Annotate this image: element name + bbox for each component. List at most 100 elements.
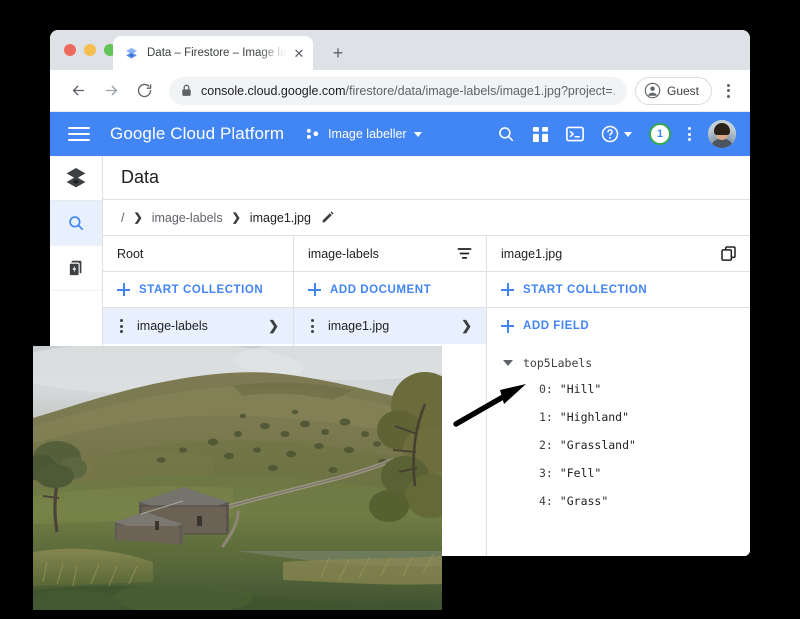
page-title: Data	[121, 167, 159, 188]
kebab-menu-icon[interactable]	[113, 319, 129, 333]
field-top5labels[interactable]: top5Labels	[487, 351, 750, 375]
reload-icon[interactable]	[130, 77, 158, 105]
minimize-window-button[interactable]	[84, 44, 96, 56]
gcp-header: Google Cloud Platform Image labeller	[50, 112, 750, 156]
arrow-shape	[450, 378, 534, 430]
plus-icon	[117, 283, 130, 296]
breadcrumb-collection[interactable]: image-labels	[152, 211, 223, 225]
profile-button[interactable]: Guest	[635, 77, 712, 105]
url-host: console.cloud.google.com	[201, 84, 346, 98]
field-array-entry[interactable]: 3: "Fell"	[487, 459, 750, 487]
start-collection-label: START COLLECTION	[139, 284, 263, 296]
array-index: 1:	[539, 410, 553, 424]
document-row-image1[interactable]: image1.jpg ❯	[294, 308, 486, 344]
copy-icon[interactable]	[721, 246, 736, 261]
lock-icon	[181, 84, 192, 97]
array-index: 2:	[539, 438, 553, 452]
sidebar-item-data[interactable]	[50, 201, 102, 246]
start-collection-button-doc[interactable]: START COLLECTION	[487, 272, 750, 308]
browser-toolbar: console.cloud.google.com/firestore/data/…	[50, 70, 750, 112]
start-collection-label-doc: START COLLECTION	[523, 284, 647, 296]
triangle-down-icon[interactable]	[503, 360, 513, 366]
breadcrumb-separator: ❯	[232, 211, 241, 224]
firestore-favicon	[123, 45, 139, 61]
firestore-logo-icon	[50, 156, 102, 201]
page-header: Data	[103, 156, 750, 200]
cloud-shell-icon[interactable]	[566, 126, 584, 142]
url-path: /firestore/data/image-labels/image1.jpg?…	[346, 84, 615, 98]
add-document-button[interactable]: ADD DOCUMENT	[294, 272, 486, 308]
avatar-body	[711, 139, 733, 148]
avatar-hair	[714, 123, 730, 135]
browser-tab-title: Data – Firestore – Image labeller	[147, 47, 289, 59]
sidebar-item-indexes[interactable]	[50, 246, 102, 291]
array-value: "Fell"	[560, 466, 602, 480]
person-circle-icon	[644, 82, 661, 99]
collection-row-image-labels[interactable]: image-labels ❯	[103, 308, 293, 344]
photo-illustration	[33, 346, 442, 610]
project-selector[interactable]: Image labeller	[306, 127, 422, 141]
breadcrumb: / ❯ image-labels ❯ image1.jpg	[103, 200, 750, 236]
profile-label: Guest	[667, 84, 699, 98]
panel-root-header: Root	[103, 236, 293, 272]
field-name: top5Labels	[523, 356, 592, 370]
panel-collection-header: image-labels	[294, 236, 486, 272]
panel-document-title: image1.jpg	[501, 247, 721, 261]
breadcrumb-separator: ❯	[133, 211, 142, 224]
array-value: "Hill"	[560, 382, 602, 396]
panel-document-header: image1.jpg	[487, 236, 750, 272]
user-avatar[interactable]	[708, 120, 736, 148]
help-menu[interactable]	[601, 125, 632, 143]
start-collection-button[interactable]: START COLLECTION	[103, 272, 293, 308]
add-document-label: ADD DOCUMENT	[330, 284, 431, 296]
document-row-label: image1.jpg	[328, 319, 461, 333]
hamburger-menu-icon[interactable]	[68, 127, 90, 141]
chevron-down-icon	[414, 132, 422, 137]
notification-badge[interactable]: 1	[649, 123, 671, 145]
array-index: 0:	[539, 382, 553, 396]
chevron-right-icon: ❯	[461, 318, 472, 334]
new-tab-button[interactable]: +	[326, 41, 350, 65]
browser-tab[interactable]: Data – Firestore – Image labeller ✕	[113, 36, 313, 70]
forward-arrow-icon[interactable]	[97, 77, 125, 105]
window-controls	[64, 44, 116, 56]
browser-menu-button[interactable]	[716, 77, 740, 105]
panel-collection-title: image-labels	[308, 247, 457, 261]
filter-icon[interactable]	[457, 247, 472, 260]
plus-icon	[501, 283, 514, 296]
panel-root-title: Root	[117, 247, 279, 261]
kebab-menu-icon[interactable]	[688, 127, 691, 141]
add-field-label: ADD FIELD	[523, 320, 589, 332]
plus-icon	[501, 320, 514, 333]
close-window-button[interactable]	[64, 44, 76, 56]
field-array-entry[interactable]: 4: "Grass"	[487, 487, 750, 515]
gcp-brand-title[interactable]: Google Cloud Platform	[110, 124, 284, 144]
chevron-right-icon: ❯	[268, 318, 279, 334]
project-dots-icon	[306, 128, 321, 140]
project-name: Image labeller	[328, 127, 407, 141]
browser-titlebar: Data – Firestore – Image labeller ✕ +	[50, 30, 750, 70]
address-bar-url: console.cloud.google.com/firestore/data/…	[201, 84, 615, 98]
field-array-entry[interactable]: 2: "Grassland"	[487, 431, 750, 459]
pencil-icon[interactable]	[321, 211, 334, 224]
plus-icon	[308, 283, 321, 296]
search-icon[interactable]	[497, 125, 515, 143]
help-icon[interactable]	[601, 125, 619, 143]
array-index: 3:	[539, 466, 553, 480]
kebab-menu-icon[interactable]	[304, 319, 320, 333]
breadcrumb-root[interactable]: /	[121, 211, 124, 225]
array-value: "Grass"	[560, 494, 608, 508]
back-arrow-icon[interactable]	[64, 77, 92, 105]
apps-grid-icon[interactable]	[532, 126, 549, 143]
array-index: 4:	[539, 494, 553, 508]
gcp-header-actions: 1	[497, 120, 736, 148]
array-value: "Grassland"	[560, 438, 636, 452]
chevron-down-icon	[624, 132, 632, 137]
add-field-button[interactable]: ADD FIELD	[487, 308, 750, 344]
address-bar[interactable]: console.cloud.google.com/firestore/data/…	[169, 77, 627, 105]
annotation-arrow	[450, 378, 534, 430]
close-icon[interactable]: ✕	[291, 45, 307, 61]
array-value: "Highland"	[560, 410, 629, 424]
breadcrumb-document[interactable]: image1.jpg	[250, 211, 311, 225]
image1-photo-preview	[33, 346, 442, 610]
